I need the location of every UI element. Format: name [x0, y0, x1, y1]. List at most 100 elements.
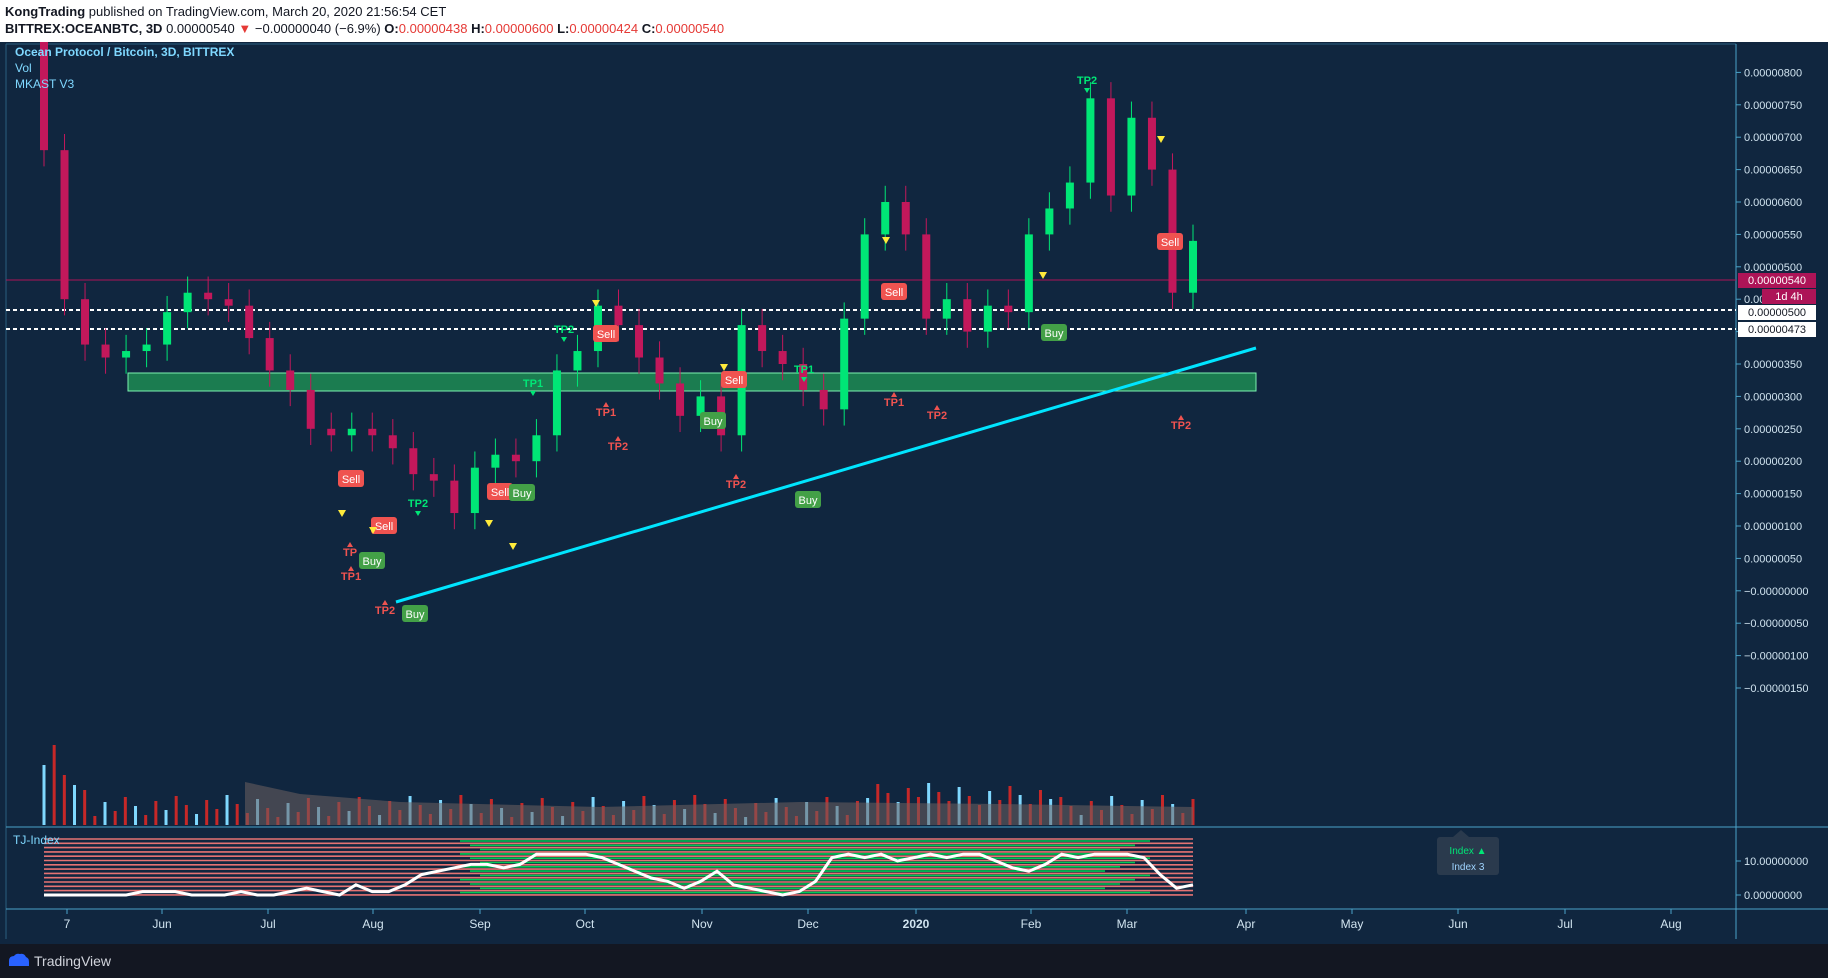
take-profit-label: TP1	[794, 364, 814, 376]
sell-signal-label: Sell	[375, 521, 393, 533]
volume-bar	[52, 745, 56, 825]
take-profit-label: TP	[343, 547, 357, 559]
candle-body	[655, 357, 664, 384]
buy-signal-label: Buy	[1045, 328, 1064, 340]
candle-body	[1045, 208, 1054, 235]
y-tick-label: 0.00000350	[1744, 359, 1802, 371]
index-box-line1: Index ▲	[1449, 846, 1486, 857]
buy-signal-label: Buy	[704, 416, 723, 428]
candle-body	[983, 305, 992, 332]
x-tick-label: Jun	[1448, 917, 1467, 931]
take-profit-label: TP2	[1171, 420, 1191, 432]
publish-line: KongTrading published on TradingView.com…	[5, 4, 446, 19]
candle-body	[450, 480, 459, 514]
author-name[interactable]: KongTrading	[5, 4, 85, 19]
candle-body	[409, 448, 418, 475]
x-tick-label: Feb	[1021, 917, 1042, 931]
take-profit-label: TP2	[1077, 75, 1097, 87]
indicator-legend: MKAST V3	[15, 77, 74, 91]
alert-triangle-icon	[882, 237, 890, 244]
volume-bar	[195, 814, 199, 825]
candle-body	[1147, 117, 1156, 170]
take-profit-label: TP1	[341, 571, 361, 583]
buy-signal-label: Buy	[363, 556, 382, 568]
candle-body	[901, 202, 910, 235]
candle-body	[163, 312, 172, 345]
support-zone[interactable]	[127, 372, 1257, 392]
tj-y-tick-label: 0.00000000	[1744, 890, 1802, 902]
take-profit-label: TP1	[596, 407, 616, 419]
volume-bar	[215, 809, 219, 825]
y-tick-label: 0.00000700	[1744, 132, 1802, 144]
sell-signal-label: Sell	[1161, 237, 1179, 249]
high-value: 0.00000600	[484, 21, 554, 36]
tj-index-pane	[44, 838, 1194, 897]
vol-legend: Vol	[15, 61, 32, 75]
chart-area[interactable]: Sell Sell Sell Sell Sell Sell Sell Buy Buy Buy Buy…	[0, 0, 1828, 944]
take-profit-arrow	[1178, 415, 1184, 420]
open-label: O:	[384, 21, 399, 36]
candle-body	[532, 435, 541, 462]
take-profit-arrow	[348, 566, 354, 571]
open-value: 0.00000438	[398, 21, 468, 36]
candle-body	[676, 383, 685, 416]
take-profit-arrow	[733, 474, 739, 479]
candle-body	[347, 428, 356, 436]
x-tick-label: Nov	[691, 917, 712, 931]
sell-signal-label: Sell	[597, 329, 615, 341]
x-tick-label: Apr	[1237, 917, 1256, 931]
candle-body	[1004, 305, 1013, 313]
take-profit-arrow	[415, 511, 421, 516]
candle-body	[470, 467, 479, 514]
candle-body	[1127, 117, 1136, 196]
take-profit-arrow	[603, 402, 609, 407]
candle-body	[942, 299, 951, 319]
take-profit-label: TP1	[884, 397, 904, 409]
down-arrow-icon: ▼	[238, 21, 252, 36]
alert-triangle-icon	[1039, 272, 1047, 279]
low-label: L:	[557, 21, 570, 36]
level-tag-1-text: 0.00000500	[1748, 307, 1806, 319]
x-tick-label: Aug	[362, 917, 383, 931]
take-profit-label: TP2	[408, 498, 428, 510]
candle-body	[778, 351, 787, 364]
candle-body	[1106, 98, 1115, 196]
volume-bar	[73, 785, 77, 825]
tj-y-tick-label: 10.00000000	[1744, 856, 1808, 868]
candle-body	[429, 474, 438, 481]
candle-body	[1024, 234, 1033, 313]
sell-signal-label: Sell	[725, 375, 743, 387]
candle-body	[573, 351, 582, 371]
candle-body	[101, 344, 110, 358]
take-profit-label: TP2	[375, 605, 395, 617]
sell-signal-label: Sell	[342, 474, 360, 486]
index-box-line2: Index 3	[1452, 862, 1485, 873]
price-chart[interactable]: Sell Sell Sell Sell Sell Sell Sell Buy Buy Buy Buy…	[0, 0, 1828, 944]
volume-bar	[184, 805, 188, 825]
alert-triangle-icon	[720, 364, 728, 371]
y-tick-label: 0.00000650	[1744, 165, 1802, 177]
volume-bar	[123, 797, 127, 825]
take-profit-label: TP2	[554, 324, 574, 336]
y-tick-label: 0.00000050	[1744, 553, 1802, 565]
candle-body	[840, 318, 849, 410]
buy-signal-label: Buy	[406, 609, 425, 621]
candle-body	[860, 234, 869, 319]
x-tick-label: Jul	[1557, 917, 1572, 931]
candle-body	[122, 351, 131, 358]
volume-bar	[113, 811, 117, 825]
tradingview-logo-icon[interactable]	[8, 953, 30, 967]
countdown-tag-text: 1d 4h	[1775, 291, 1803, 303]
chart-title: Ocean Protocol / Bitcoin, 3D, BITTREX	[15, 45, 234, 59]
candle-body	[204, 292, 213, 300]
alert-triangle-icon	[485, 520, 493, 527]
take-profit-arrow	[561, 337, 567, 342]
candle-body	[511, 454, 520, 462]
y-tick-label: 0.00000150	[1744, 489, 1802, 501]
candle-body	[286, 370, 295, 390]
candle-body	[224, 299, 233, 306]
y-tick-label: 0.00000800	[1744, 67, 1802, 79]
brand-label[interactable]: TradingView	[34, 953, 111, 969]
y-tick-label: 0.00000300	[1744, 391, 1802, 403]
candle-body	[614, 305, 623, 326]
